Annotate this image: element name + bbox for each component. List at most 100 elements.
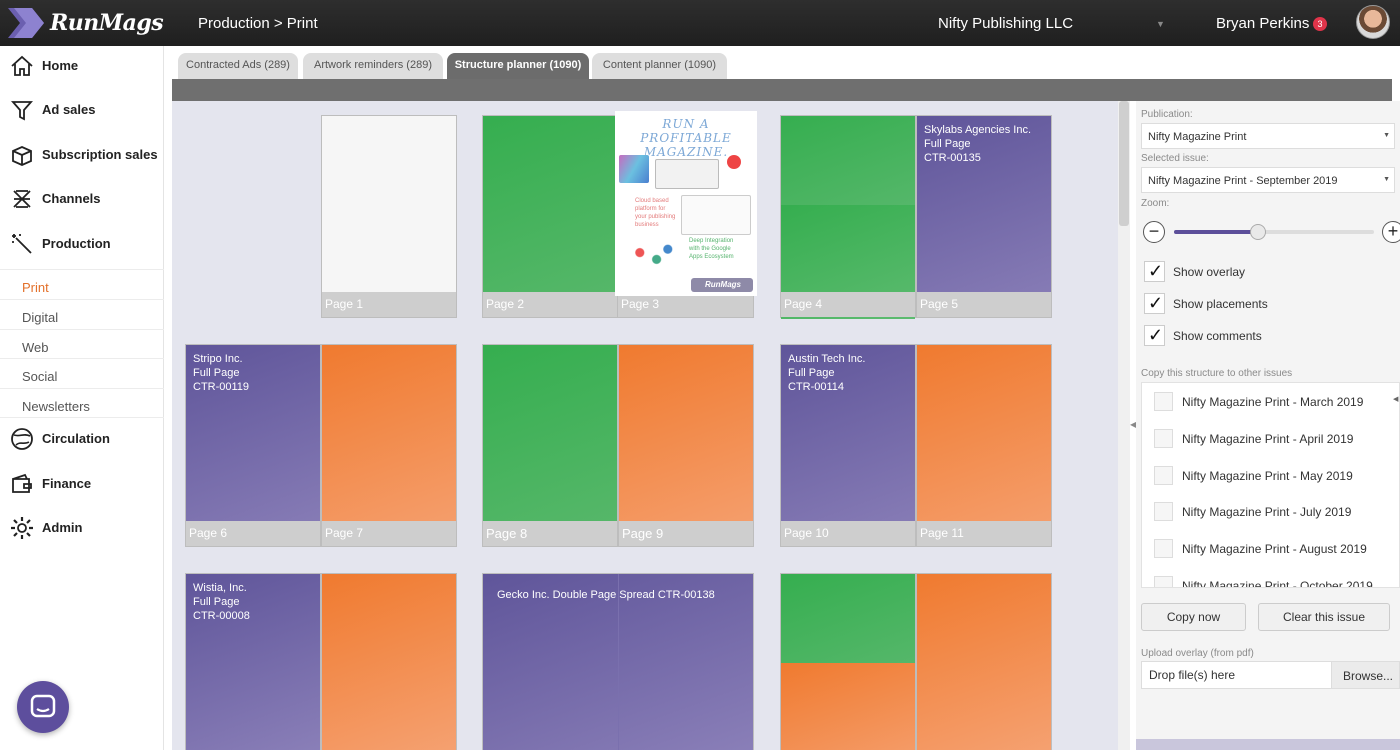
sidebar-sub-newsletters[interactable]: Newsletters	[0, 388, 164, 418]
sidebar-sub-print[interactable]: Print	[0, 269, 164, 299]
ad-placement-skylabs[interactable]: Skylabs Agencies Inc. Full Page CTR-0013…	[924, 123, 1031, 165]
logo[interactable]: RunMags	[6, 6, 164, 40]
checkbox[interactable]: ✓	[1144, 261, 1165, 282]
sidebar-item-admin[interactable]: Admin	[0, 508, 164, 548]
page-card-double-spread[interactable]: Gecko Inc. Double Page Spread CTR-00138	[482, 573, 754, 750]
tab-contracted-ads[interactable]: Contracted Ads (289)	[178, 53, 298, 79]
wand-icon	[12, 234, 32, 254]
sidebar-item-production[interactable]: Production	[0, 224, 164, 264]
checkbox-label: Show placements	[1173, 297, 1268, 311]
zoom-slider-fill	[1174, 230, 1258, 234]
chevron-left-icon[interactable]: ◀	[1393, 395, 1398, 403]
sidebar-item-finance[interactable]: Finance	[0, 464, 164, 504]
company-selector[interactable]: Nifty Publishing LLC	[938, 15, 1073, 32]
checkbox[interactable]: ✓	[1144, 325, 1165, 346]
file-drop-zone[interactable]: Drop file(s) here	[1141, 661, 1332, 689]
user-name[interactable]: Bryan Perkins	[1216, 15, 1309, 32]
list-item-label: Nifty Magazine Print - October 2019	[1182, 579, 1373, 588]
tab-artwork-reminders[interactable]: Artwork reminders (289)	[303, 53, 443, 79]
page-label: Page 6	[186, 521, 320, 546]
page-card[interactable]: Page 8	[482, 344, 618, 547]
checkbox[interactable]	[1154, 466, 1173, 485]
zoom-in-button[interactable]: +	[1382, 221, 1400, 243]
publication-select[interactable]: Nifty Magazine Print ▼	[1141, 123, 1395, 149]
notification-badge[interactable]: 3	[1313, 17, 1327, 31]
page-card[interactable]: Wistia, Inc. Full Page CTR-00008	[185, 573, 321, 750]
page-label: Page 5	[917, 292, 1051, 317]
zoom-slider-handle[interactable]	[1250, 224, 1266, 240]
issue-select[interactable]: Nifty Magazine Print - September 2019 ▼	[1141, 167, 1395, 193]
ad-placement-austin[interactable]: Austin Tech Inc. Full Page CTR-00114	[788, 352, 865, 394]
flyer-title: RUN A PROFITABLE MAGAZINE.	[640, 117, 732, 159]
placement-half-bottom[interactable]	[781, 663, 915, 750]
checkbox[interactable]: ✓	[1144, 293, 1165, 314]
issue-copy-list[interactable]: Nifty Magazine Print - March 2019 Nifty …	[1141, 382, 1400, 588]
page-card[interactable]: Skylabs Agencies Inc. Full Page CTR-0013…	[916, 115, 1052, 318]
ad-ref: CTR-00135	[924, 152, 981, 164]
checkbox[interactable]	[1154, 502, 1173, 521]
tab-structure-planner[interactable]: Structure planner (1090)	[447, 53, 589, 79]
page-card[interactable]: Page 7	[321, 344, 457, 547]
page-card[interactable]: Page 9	[618, 344, 754, 547]
channels-icon	[13, 190, 31, 208]
chevron-down-icon: ▼	[1383, 176, 1390, 183]
flyer-logo: RunMags	[691, 278, 753, 292]
page-label: Page 11	[917, 521, 1051, 546]
checkbox[interactable]	[1154, 429, 1173, 448]
page-card[interactable]: Austin Tech Inc. Full Page CTR-00114 Pag…	[780, 344, 916, 547]
page-card[interactable]: Page 11	[916, 344, 1052, 547]
browse-button[interactable]: Browse...	[1331, 661, 1400, 689]
canvas-scroll-thumb[interactable]	[1119, 101, 1129, 226]
ad-ref: CTR-00119	[193, 381, 250, 393]
page-card[interactable]	[321, 573, 457, 750]
sidebar-item-label: Channels	[42, 191, 101, 206]
tab-content-planner[interactable]: Content planner (1090)	[592, 53, 727, 79]
ad-placement-stripo[interactable]: Stripo Inc. Full Page CTR-00119	[193, 352, 249, 394]
ad-placement-wistia[interactable]: Wistia, Inc. Full Page CTR-00008	[193, 581, 250, 623]
ad-size: Full Page	[193, 367, 240, 379]
page-card[interactable]: Page 2	[482, 115, 618, 318]
ad-company: Stripo Inc.	[193, 353, 243, 365]
sidebar-item-channels[interactable]: Channels	[0, 179, 164, 219]
page-card[interactable]	[780, 573, 916, 750]
page-label: Page 10	[781, 521, 915, 546]
ad-placement-gecko[interactable]: Gecko Inc. Double Page Spread CTR-00138	[497, 588, 715, 602]
flyer-integration-graphic	[623, 239, 679, 273]
sidebar-item-label: Finance	[42, 476, 92, 491]
box-icon	[12, 146, 32, 166]
chevron-down-icon[interactable]: ▼	[1156, 19, 1165, 29]
page-card[interactable]: Page 1	[321, 115, 457, 318]
sidebar-item-subscription-sales[interactable]: Subscription sales	[0, 135, 164, 175]
sidebar-item-label: Production	[42, 236, 111, 251]
placement-half-top[interactable]	[781, 116, 915, 205]
sidebar-sub-social[interactable]: Social	[0, 358, 164, 388]
zoom-out-button[interactable]: −	[1143, 221, 1165, 243]
sidebar-item-circulation[interactable]: Circulation	[0, 419, 164, 459]
page-label: Page 1	[322, 292, 456, 317]
flyer-dot	[727, 155, 741, 169]
page-card[interactable]: Page 4	[780, 115, 916, 319]
copy-now-button[interactable]: Copy now	[1141, 603, 1246, 631]
clear-issue-button[interactable]: Clear this issue	[1258, 603, 1390, 631]
copy-structure-label: Copy this structure to other issues	[1141, 368, 1293, 379]
top-bar: RunMags Production > Print Nifty Publish…	[0, 0, 1400, 46]
checkbox[interactable]	[1154, 392, 1173, 411]
page-label: Page 8	[483, 521, 617, 546]
zoom-slider-track[interactable]	[1174, 230, 1374, 234]
upload-overlay-label: Upload overlay (from pdf)	[1141, 648, 1254, 659]
ad-company: Skylabs Agencies Inc.	[924, 124, 1032, 136]
checkbox[interactable]	[1154, 576, 1173, 587]
sidebar-item-home[interactable]: Home	[0, 46, 164, 86]
sidebar-sub-digital[interactable]: Digital	[0, 299, 164, 329]
sidebar-item-label: Home	[42, 58, 79, 73]
sidebar-sub-web[interactable]: Web	[0, 329, 164, 359]
avatar[interactable]	[1356, 5, 1390, 39]
page-card[interactable]: Stripo Inc. Full Page CTR-00119 Page 6	[185, 344, 321, 547]
placement-half-top[interactable]	[781, 574, 915, 663]
sidebar-item-ad-sales[interactable]: Ad sales	[0, 90, 164, 130]
panel-footer-strip	[1136, 739, 1400, 750]
page-card[interactable]	[916, 573, 1052, 750]
chat-launcher-button[interactable]	[17, 681, 69, 733]
checkbox[interactable]	[1154, 539, 1173, 558]
page-label: Page 2	[483, 292, 617, 317]
